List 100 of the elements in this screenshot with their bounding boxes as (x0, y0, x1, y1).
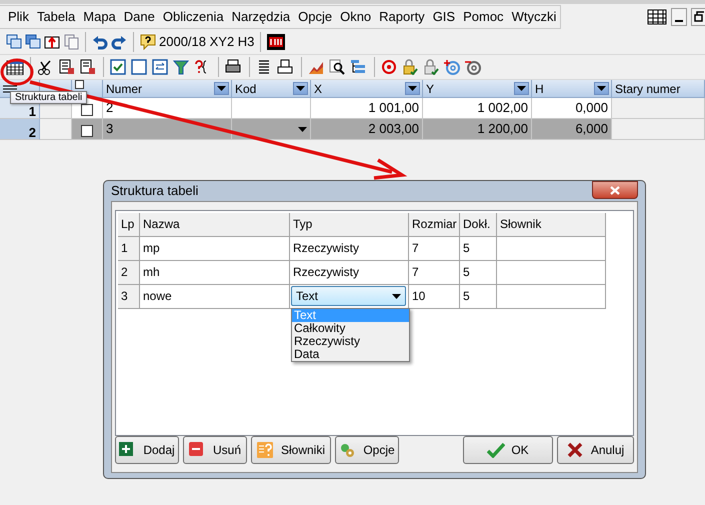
target-icon[interactable] (381, 59, 399, 75)
column-header[interactable]: Y (426, 80, 434, 98)
table-cell: 5 (460, 260, 497, 284)
table-cell: 5 (460, 236, 497, 260)
menu-item[interactable]: Wtyczki (508, 7, 560, 27)
dictionary-button[interactable]: Słowniki (251, 436, 331, 464)
table-icon[interactable] (647, 9, 667, 25)
printer-icon[interactable] (225, 59, 243, 75)
table-cell: Rzeczywisty (290, 236, 409, 260)
column-header[interactable]: H (535, 80, 544, 98)
row-checkbox[interactable] (81, 104, 93, 116)
question-document-icon (257, 442, 275, 458)
column-header: Słownik (497, 212, 606, 236)
filter-dropdown-button[interactable] (405, 82, 420, 95)
table-cell: 3 (103, 119, 232, 140)
tree-icon[interactable] (350, 59, 368, 75)
table-cell: 0,000 (532, 98, 612, 119)
options-button[interactable]: Opcje (335, 436, 399, 464)
dialog-title: Struktura tabeli (111, 182, 198, 200)
lock-icon[interactable] (423, 59, 441, 75)
cancel-button[interactable]: Anuluj (557, 436, 634, 464)
checkbox-icon[interactable] (131, 59, 149, 75)
caret-icon (298, 126, 307, 132)
caret-icon (392, 294, 401, 298)
add-button[interactable]: Dodaj (115, 436, 179, 464)
column-header[interactable]: Stary numer (612, 80, 705, 98)
redo-icon[interactable] (111, 34, 127, 50)
caret-icon (597, 86, 606, 91)
table-cell: nowe (140, 284, 290, 308)
table-cell: 2 003,00 (311, 119, 423, 140)
close-icon (610, 186, 620, 194)
table-cell: 1 002,00 (423, 98, 532, 119)
windows-icon[interactable] (25, 34, 41, 50)
caret-icon (217, 86, 226, 91)
caret-icon (408, 86, 417, 91)
column-header: Rozmiar (409, 212, 460, 236)
dropdown-option[interactable]: Rzeczywisty (292, 334, 409, 348)
table-cell: 3 (118, 284, 140, 308)
restore-icon[interactable] (691, 8, 705, 26)
printer-icon[interactable] (277, 59, 295, 75)
table-cell: 10 (409, 284, 460, 308)
undo-icon[interactable] (92, 34, 108, 50)
column-header: Dokł. (460, 212, 497, 236)
table-cell: mh (140, 260, 290, 284)
menu-item[interactable]: Plik (4, 7, 33, 27)
filter-dropdown-button[interactable] (214, 82, 229, 95)
menu-item[interactable]: GIS (428, 7, 460, 27)
document-icon[interactable] (79, 59, 97, 75)
lock-icon[interactable] (402, 59, 420, 75)
minimize-icon[interactable] (671, 8, 687, 26)
document-icon[interactable] (58, 59, 76, 75)
dropdown-option[interactable]: Data (292, 348, 409, 360)
menu-item[interactable]: Narzędzia (228, 7, 294, 27)
dropdown-option[interactable]: Całkowity (292, 322, 409, 334)
menu-item[interactable]: Opcje (294, 7, 336, 27)
select-all-checkbox[interactable] (75, 80, 84, 89)
filter-dropdown-button[interactable] (594, 82, 609, 95)
table-cell: Rzeczywisty (290, 260, 409, 284)
caret-icon (517, 86, 526, 91)
filter-icon[interactable] (173, 59, 191, 75)
project-label: 2000/18 XY2 H3 (159, 33, 254, 52)
menu-item[interactable]: Raporty (375, 7, 429, 27)
menu-item[interactable]: Dane (120, 7, 159, 27)
tooltip: Struktura tabeli (10, 91, 88, 104)
table-cell: mp (140, 236, 290, 260)
help-icon[interactable] (140, 34, 156, 50)
checkmark-icon (487, 442, 506, 458)
caret-icon (296, 86, 305, 91)
column-header: Typ (290, 212, 409, 236)
table-cell: 2 (118, 260, 140, 284)
magnifier-icon[interactable] (329, 59, 347, 75)
filter-dropdown-button[interactable] (514, 82, 529, 95)
exit-icon[interactable] (267, 34, 286, 50)
table-cell: 7 (409, 260, 460, 284)
windows-icon[interactable] (6, 34, 22, 50)
column-header: Lp (118, 212, 140, 236)
upload-icon[interactable] (44, 34, 60, 50)
table-cell: 1 (118, 236, 140, 260)
type-dropdown[interactable]: Text (291, 286, 406, 306)
menu-item[interactable]: Okno (336, 7, 376, 27)
menu-item[interactable]: Obliczenia (158, 7, 228, 27)
menu-item[interactable]: Pomoc (459, 7, 508, 27)
table-cell: 6,000 (532, 119, 612, 140)
swap-icon[interactable] (152, 59, 170, 75)
table-cell: 5 (460, 284, 497, 308)
column-header: Nazwa (140, 212, 290, 236)
checkbox-icon[interactable] (110, 59, 128, 75)
table-cell: 1 200,00 (423, 119, 532, 140)
menu-item[interactable]: Mapa (79, 7, 120, 27)
column-header[interactable]: X (314, 80, 322, 98)
menu-item[interactable]: Tabela (32, 7, 80, 27)
dropdown-cell[interactable] (232, 119, 311, 140)
highlight-circle (0, 58, 34, 86)
remove-button[interactable]: Usuń (183, 436, 247, 464)
row-indicator[interactable]: 2 (0, 119, 40, 140)
cross-icon (566, 442, 585, 458)
ok-button[interactable]: OK (463, 436, 553, 464)
close-button[interactable] (592, 181, 638, 199)
row-checkbox[interactable] (81, 125, 93, 137)
filter-dropdown-button[interactable] (293, 82, 308, 95)
